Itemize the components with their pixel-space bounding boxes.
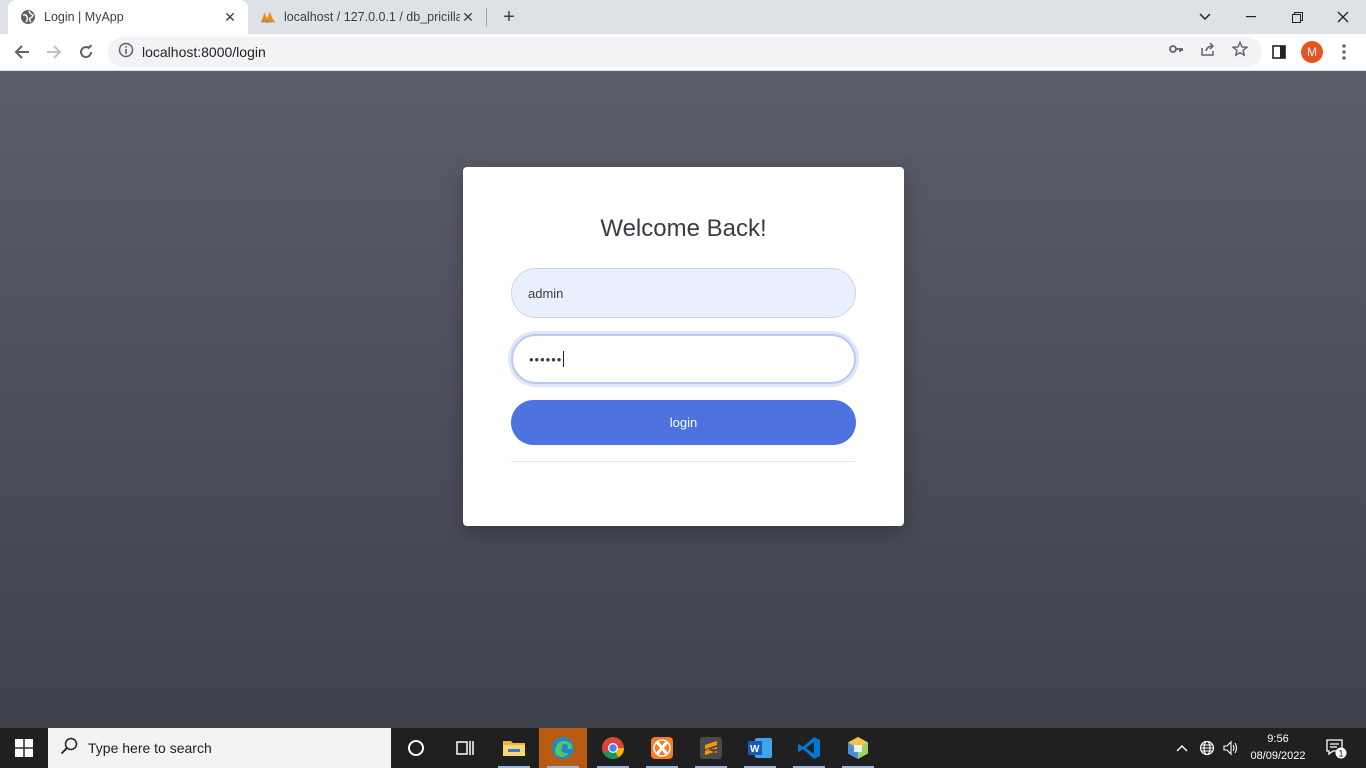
close-tab-icon[interactable]: ✕ bbox=[222, 9, 238, 25]
tab-strip: Login | MyApp ✕ PMA localhost / 127.0.0.… bbox=[0, 0, 1366, 34]
svg-text:W: W bbox=[750, 744, 760, 755]
url-text: localhost:8000/login bbox=[142, 44, 266, 60]
notification-badge: 1 bbox=[1338, 748, 1343, 758]
clock-date: 08/09/2022 bbox=[1250, 750, 1306, 762]
address-bar[interactable]: localhost:8000/login bbox=[108, 37, 1262, 67]
xampp-icon[interactable] bbox=[638, 728, 686, 768]
site-info-icon[interactable] bbox=[118, 42, 134, 63]
edge-icon[interactable] bbox=[539, 728, 587, 768]
text-caret bbox=[563, 351, 565, 367]
restore-button[interactable] bbox=[1274, 0, 1320, 34]
search-icon bbox=[60, 737, 78, 760]
svg-text:PMA: PMA bbox=[262, 19, 272, 25]
tab-separator bbox=[486, 8, 487, 26]
tab-title: Login | MyApp bbox=[44, 10, 124, 24]
word-icon[interactable]: W bbox=[736, 728, 784, 768]
close-window-button[interactable] bbox=[1320, 0, 1366, 34]
cortana-icon[interactable] bbox=[392, 728, 440, 768]
virtualbox-icon[interactable] bbox=[834, 728, 882, 768]
search-placeholder: Type here to search bbox=[88, 740, 212, 756]
username-input[interactable]: admin bbox=[511, 268, 856, 318]
chrome-icon[interactable] bbox=[589, 728, 637, 768]
task-view-icon[interactable] bbox=[440, 728, 488, 768]
profile-avatar[interactable]: M bbox=[1301, 41, 1323, 63]
phpmyadmin-icon: PMA bbox=[260, 9, 276, 25]
username-value: admin bbox=[528, 285, 564, 301]
new-tab-button[interactable]: + bbox=[498, 6, 520, 28]
tab-phpmyadmin[interactable]: PMA localhost / 127.0.0.1 / db_pricilla … bbox=[250, 0, 486, 34]
back-button[interactable] bbox=[8, 38, 36, 66]
tab-search-icon[interactable] bbox=[1182, 0, 1228, 34]
system-clock[interactable]: 9:56 08/09/2022 bbox=[1240, 731, 1316, 765]
sublime-text-icon[interactable] bbox=[687, 728, 735, 768]
side-panel-icon[interactable] bbox=[1265, 38, 1293, 66]
page-title: Welcome Back! bbox=[600, 215, 767, 242]
minimize-button[interactable] bbox=[1228, 0, 1274, 34]
login-button[interactable]: login bbox=[511, 400, 856, 445]
page-background: Welcome Back! admin •••••• login bbox=[0, 71, 1366, 728]
login-card: Welcome Back! admin •••••• login bbox=[463, 167, 904, 526]
volume-icon[interactable] bbox=[1220, 728, 1242, 768]
bookmark-star-icon[interactable] bbox=[1232, 41, 1248, 57]
network-globe-icon[interactable] bbox=[1196, 728, 1218, 768]
notification-center-icon[interactable]: 1 bbox=[1318, 728, 1354, 768]
taskbar-search-input[interactable]: Type here to search bbox=[48, 728, 391, 768]
tab-login[interactable]: Login | MyApp ✕ bbox=[8, 0, 248, 34]
file-explorer-icon[interactable] bbox=[490, 728, 538, 768]
reload-button[interactable] bbox=[72, 38, 100, 66]
menu-kebab-icon[interactable] bbox=[1330, 38, 1358, 66]
clock-time: 9:56 bbox=[1267, 733, 1289, 745]
globe-icon bbox=[20, 9, 36, 25]
key-icon[interactable] bbox=[1168, 41, 1184, 57]
chevron-up-icon[interactable] bbox=[1172, 728, 1192, 768]
share-icon[interactable] bbox=[1200, 41, 1216, 57]
taskbar: Type here to search W 9:56 08/09/2022 1 bbox=[0, 728, 1366, 768]
password-input[interactable]: •••••• bbox=[511, 334, 856, 384]
windows-start-icon[interactable] bbox=[0, 728, 48, 768]
tab-title: localhost / 127.0.0.1 / db_pricilla bbox=[284, 10, 460, 24]
close-tab-icon[interactable]: ✕ bbox=[460, 9, 476, 25]
forward-button[interactable] bbox=[40, 38, 68, 66]
password-value: •••••• bbox=[529, 351, 563, 367]
browser-toolbar: localhost:8000/login M bbox=[0, 34, 1366, 71]
vscode-icon[interactable] bbox=[785, 728, 833, 768]
divider bbox=[511, 461, 856, 462]
